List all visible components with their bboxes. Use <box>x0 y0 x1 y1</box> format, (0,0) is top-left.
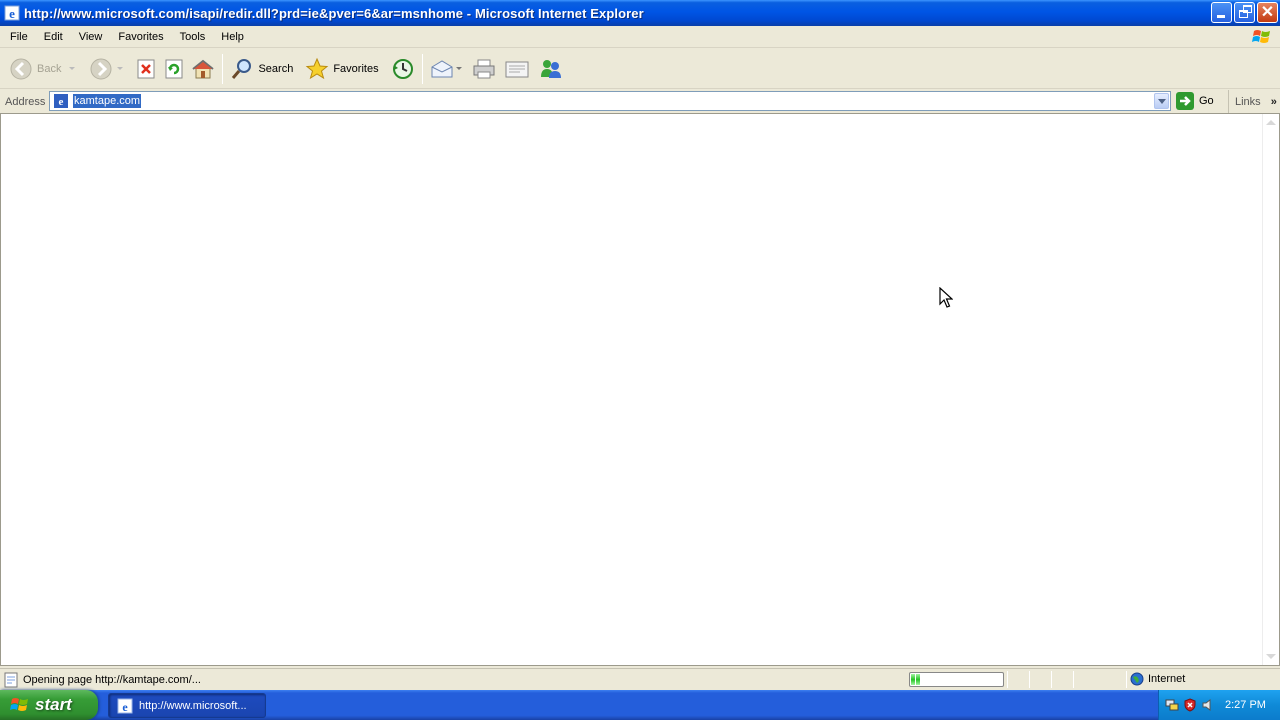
refresh-icon <box>165 59 183 78</box>
messenger-button[interactable] <box>535 53 567 85</box>
standard-toolbar: Back Search Favorites <box>0 49 1280 89</box>
restore-button[interactable] <box>1234 2 1255 23</box>
windows-flag-icon <box>10 698 28 711</box>
mail-icon <box>431 59 453 77</box>
security-zone[interactable]: Internet <box>1130 672 1185 686</box>
loading-page-icon <box>4 672 18 687</box>
back-arrow-icon <box>10 58 32 79</box>
taskbar-item-label: http://www.microsoft... <box>139 699 247 712</box>
go-label: Go <box>1199 95 1214 107</box>
mail-button[interactable] <box>427 53 465 85</box>
scroll-down-icon[interactable] <box>1266 654 1276 659</box>
menu-help[interactable]: Help <box>213 27 252 47</box>
search-button[interactable]: Search <box>227 53 296 85</box>
taskbar-item-ie[interactable]: e http://www.microsoft... <box>108 693 266 718</box>
ie-icon: e <box>117 698 133 714</box>
back-button[interactable]: Back <box>6 53 78 85</box>
svg-text:e: e <box>9 6 15 21</box>
forward-button[interactable] <box>86 53 126 85</box>
back-dropdown-icon[interactable] <box>69 67 76 70</box>
history-icon <box>392 58 413 79</box>
taskbar: start e http://www.microsoft... 2:27 PM <box>0 690 1280 720</box>
network-tray-icon[interactable] <box>1165 698 1179 712</box>
search-icon <box>232 58 252 79</box>
menu-edit[interactable]: Edit <box>36 27 71 47</box>
zone-label: Internet <box>1148 673 1186 685</box>
messenger-icon <box>540 59 561 78</box>
globe-icon <box>1130 672 1144 686</box>
menu-bar: File Edit View Favorites Tools Help <box>0 26 1280 48</box>
windows-logo-icon <box>1252 30 1270 43</box>
svg-text:e: e <box>122 700 128 714</box>
favorites-label: Favorites <box>333 62 379 75</box>
go-arrow-icon <box>1176 92 1194 110</box>
menu-view[interactable]: View <box>71 27 111 47</box>
progress-segment <box>911 674 915 685</box>
forward-dropdown-icon[interactable] <box>117 67 124 70</box>
start-button[interactable]: start <box>0 690 98 720</box>
address-label: Address <box>5 95 46 108</box>
security-alert-tray-icon[interactable] <box>1183 698 1197 712</box>
ie-window: e http://www.microsoft.com/isapi/redir.d… <box>0 0 1280 720</box>
stop-icon <box>137 59 155 78</box>
back-label: Back <box>37 62 62 75</box>
search-label: Search <box>258 62 294 75</box>
title-bar[interactable]: e http://www.microsoft.com/isapi/redir.d… <box>0 0 1280 26</box>
status-divider <box>1073 671 1074 688</box>
svg-text:e: e <box>59 96 64 108</box>
refresh-button[interactable] <box>160 53 188 85</box>
progress-fill <box>911 674 1002 685</box>
toolbar-separator <box>421 53 423 84</box>
menu-tools[interactable]: Tools <box>172 27 214 47</box>
status-divider <box>1051 671 1052 688</box>
window-title: http://www.microsoft.com/isapi/redir.dll… <box>24 5 644 21</box>
favorites-star-icon <box>306 57 329 79</box>
address-dropdown-button[interactable] <box>1154 93 1169 109</box>
stop-button[interactable] <box>132 53 160 85</box>
edit-page-icon <box>505 61 529 77</box>
address-value[interactable]: kamtape.com <box>73 94 142 108</box>
status-divider <box>1126 671 1127 688</box>
menu-favorites[interactable]: Favorites <box>110 27 171 47</box>
close-button[interactable]: ✕ <box>1257 2 1278 23</box>
minimize-button[interactable] <box>1211 2 1232 23</box>
clock[interactable]: 2:27 PM <box>1225 699 1266 711</box>
status-divider <box>1029 671 1030 688</box>
ie-icon: e <box>4 5 20 21</box>
toolbar-separator <box>222 53 224 84</box>
home-icon <box>192 59 215 78</box>
address-bar: Address e kamtape.com Go Links » <box>0 90 1280 113</box>
home-button[interactable] <box>188 53 218 85</box>
status-text: Opening page http://kamtape.com/... <box>23 673 201 686</box>
system-tray: 2:27 PM <box>1158 690 1280 720</box>
start-label: start <box>35 695 72 714</box>
scroll-up-icon[interactable] <box>1266 120 1276 125</box>
menu-file[interactable]: File <box>2 27 36 47</box>
progress-segment <box>916 674 920 685</box>
status-bar: Opening page http://kamtape.com/... Inte… <box>0 668 1280 690</box>
address-input[interactable]: e kamtape.com <box>49 91 1171 111</box>
printer-icon <box>473 59 495 78</box>
status-divider <box>1007 671 1008 688</box>
print-button[interactable] <box>469 53 499 85</box>
links-label: Links <box>1235 95 1261 108</box>
page-content[interactable] <box>0 113 1280 666</box>
chevron-right-icon[interactable]: » <box>1271 96 1277 108</box>
edit-button[interactable] <box>501 53 533 85</box>
history-button[interactable] <box>388 53 418 85</box>
progress-bar <box>909 672 1004 687</box>
volume-tray-icon[interactable] <box>1201 698 1215 712</box>
favorites-button[interactable]: Favorites <box>302 53 381 85</box>
mail-dropdown-icon[interactable] <box>455 67 462 70</box>
page-icon: e <box>54 94 68 108</box>
go-button[interactable]: Go <box>1176 92 1214 110</box>
vertical-scrollbar[interactable] <box>1262 114 1279 665</box>
links-toolbar[interactable]: Links » <box>1228 90 1277 113</box>
forward-arrow-icon <box>90 58 112 79</box>
mouse-pointer-icon <box>939 287 953 308</box>
